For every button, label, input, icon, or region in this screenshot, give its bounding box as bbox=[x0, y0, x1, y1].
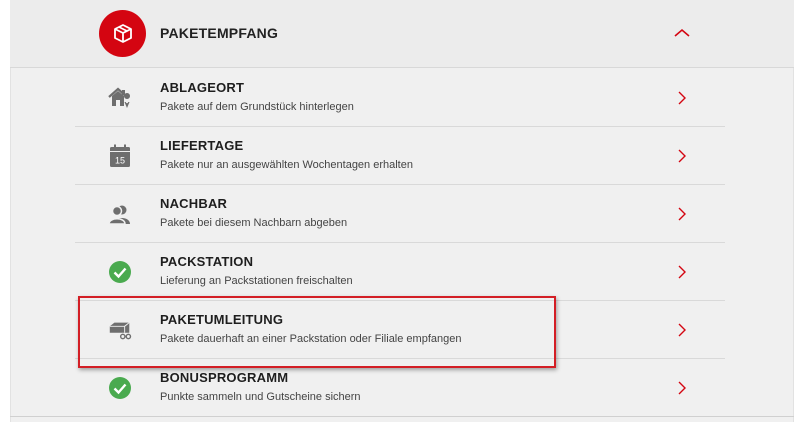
chevron-right-icon[interactable] bbox=[675, 89, 689, 107]
section-header-paketempfang[interactable]: PAKETEMPFANG bbox=[10, 0, 794, 68]
check-circle-icon bbox=[107, 259, 133, 285]
package-icon bbox=[99, 10, 146, 57]
list-item-liefertage[interactable]: 15 LIEFERTAGE Pakete nur an ausgewählten… bbox=[75, 127, 725, 185]
item-subtitle: Lieferung an Packstationen freischalten bbox=[160, 275, 353, 287]
item-subtitle: Pakete bei diesem Nachbarn abgeben bbox=[160, 217, 348, 229]
item-title: ABLAGEORT bbox=[160, 80, 245, 95]
item-subtitle: Punkte sammeln und Gutscheine sichern bbox=[160, 391, 361, 403]
house-location-icon bbox=[107, 85, 133, 111]
list-item-packstation[interactable]: PACKSTATION Lieferung an Packstationen f… bbox=[75, 243, 725, 301]
chevron-up-icon[interactable] bbox=[670, 24, 694, 42]
item-title: LIEFERTAGE bbox=[160, 138, 244, 153]
chevron-right-icon[interactable] bbox=[675, 205, 689, 223]
chevron-right-icon[interactable] bbox=[675, 321, 689, 339]
list-item-bonusprogramm[interactable]: BONUSPROGRAMM Punkte sammeln und Gutsche… bbox=[75, 359, 725, 417]
chevron-right-icon[interactable] bbox=[675, 379, 689, 397]
item-title: PACKSTATION bbox=[160, 254, 254, 269]
chevron-right-icon[interactable] bbox=[675, 263, 689, 281]
list-item-nachbar[interactable]: NACHBAR Pakete bei diesem Nachbarn abgeb… bbox=[75, 185, 725, 243]
calendar-icon: 15 bbox=[107, 143, 133, 169]
page: PAKETEMPFANG ABLAGEORT Pakete auf dem Gr… bbox=[0, 0, 794, 422]
item-title: PAKETUMLEITUNG bbox=[160, 312, 284, 327]
package-redirect-icon bbox=[107, 317, 133, 343]
check-circle-icon bbox=[107, 375, 133, 401]
list-item-ablageort[interactable]: ABLAGEORT Pakete auf dem Grundstück hint… bbox=[75, 69, 725, 127]
chevron-right-icon[interactable] bbox=[675, 147, 689, 165]
item-subtitle: Pakete dauerhaft an einer Packstation od… bbox=[160, 333, 462, 345]
item-subtitle: Pakete nur an ausgewählten Wochentagen e… bbox=[160, 159, 413, 171]
settings-list: ABLAGEORT Pakete auf dem Grundstück hint… bbox=[75, 69, 725, 417]
calendar-day-text: 15 bbox=[115, 156, 125, 166]
list-item-paketumleitung[interactable]: PAKETUMLEITUNG Pakete dauerhaft an einer… bbox=[75, 301, 725, 359]
item-title: NACHBAR bbox=[160, 196, 228, 211]
neighbor-icon bbox=[107, 201, 133, 227]
section-title: PAKETEMPFANG bbox=[160, 25, 279, 41]
item-title: BONUSPROGRAMM bbox=[160, 370, 289, 385]
divider bbox=[10, 416, 794, 417]
item-subtitle: Pakete auf dem Grundstück hinterlegen bbox=[160, 101, 354, 113]
